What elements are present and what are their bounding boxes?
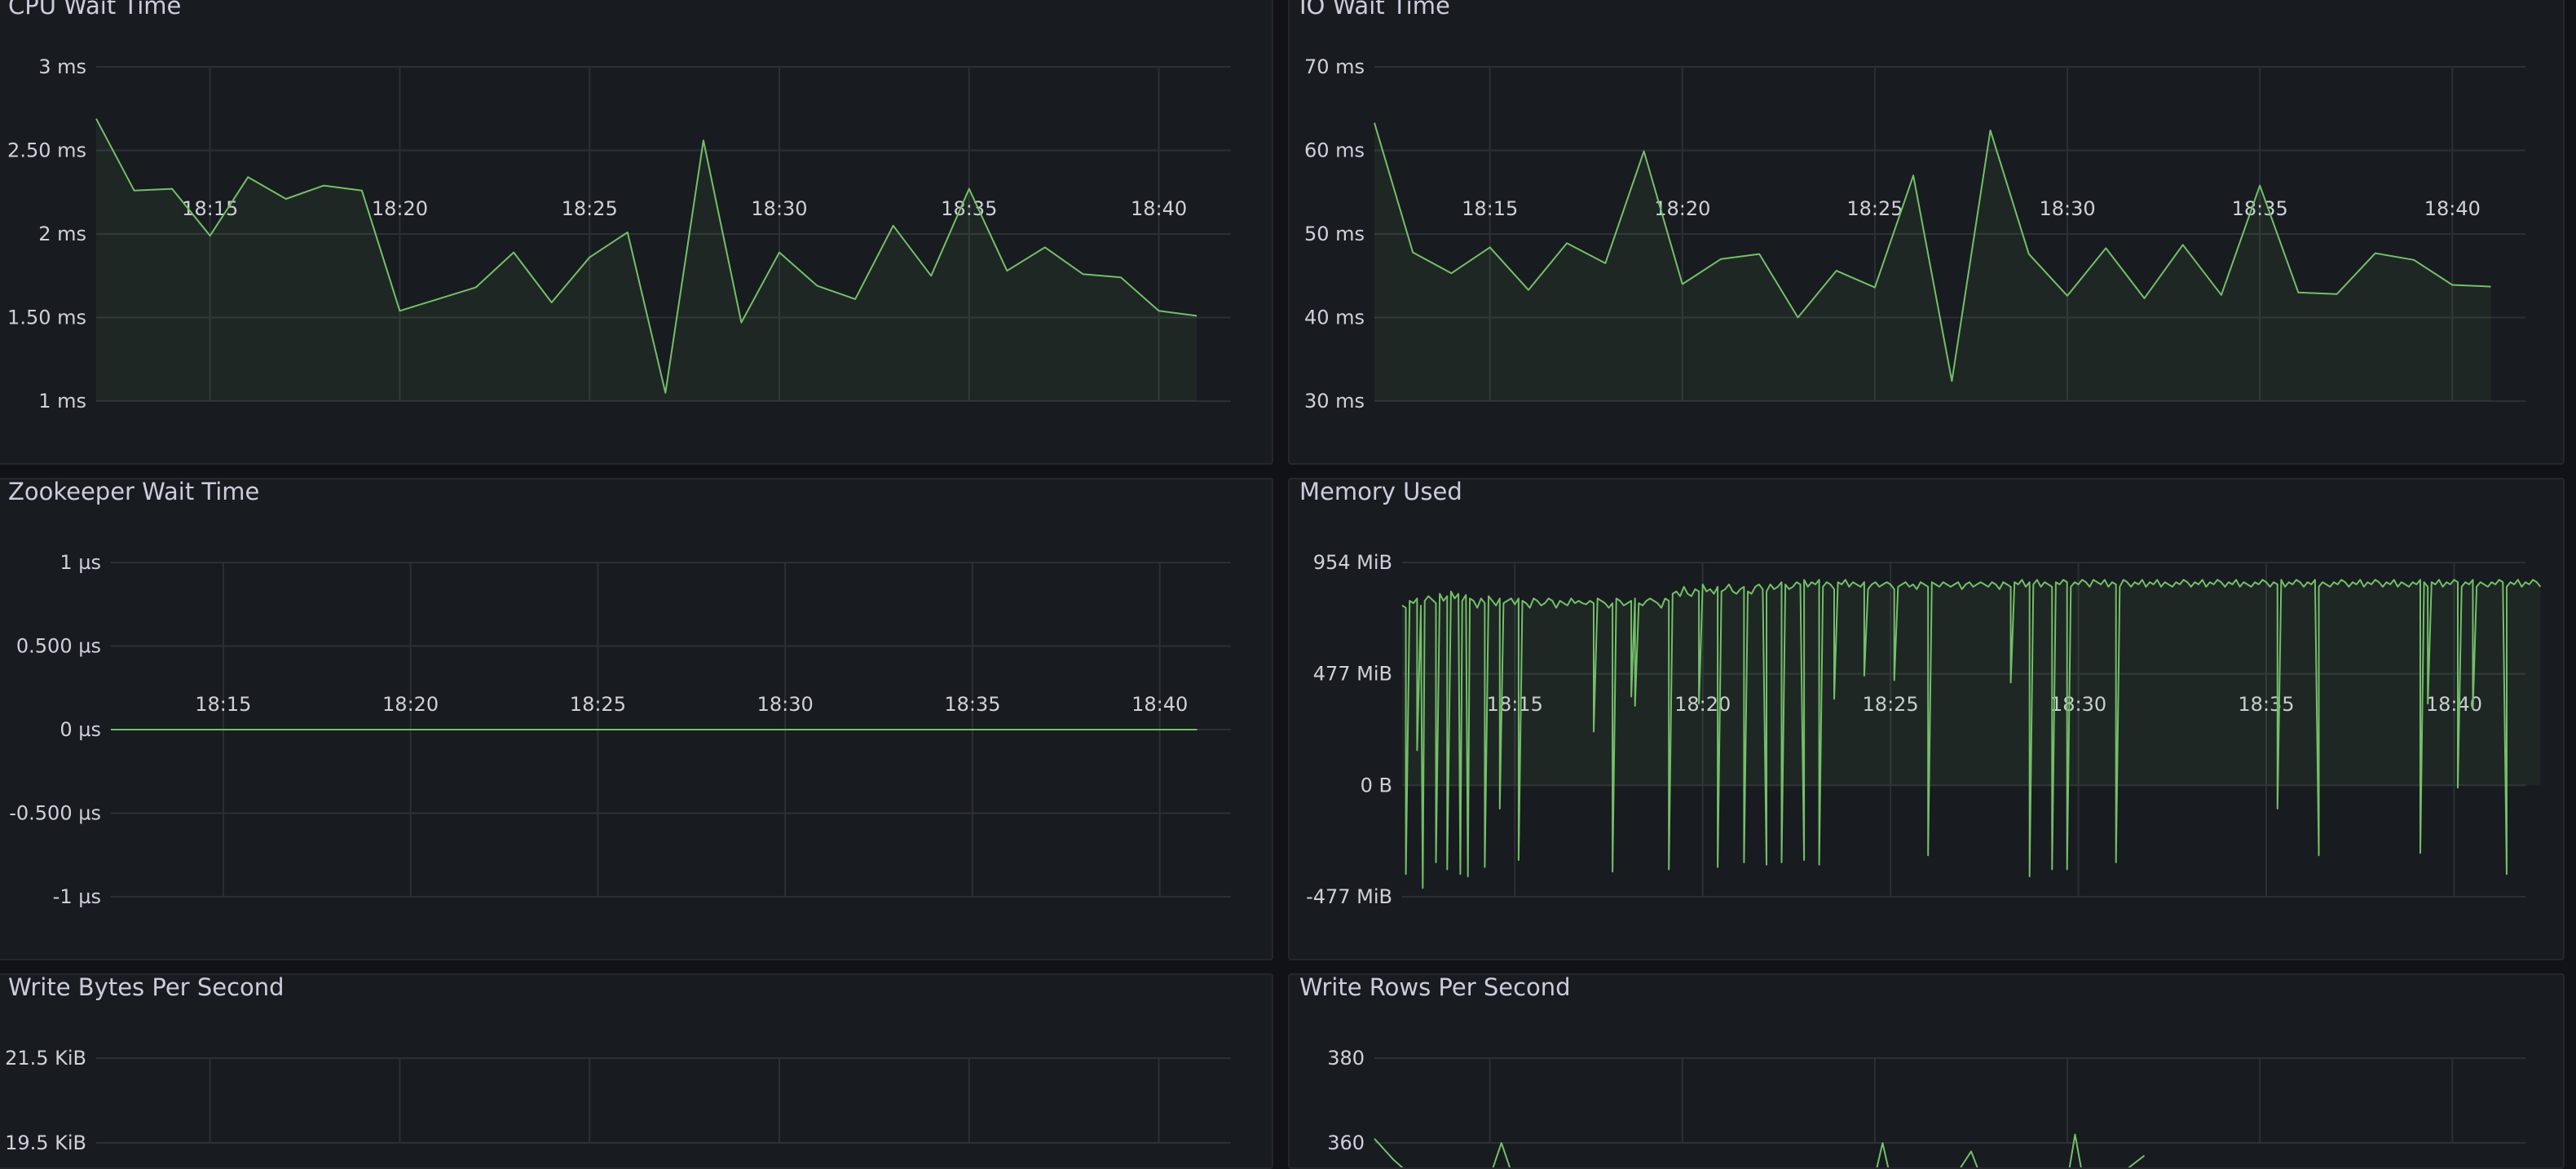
panel-memory-used: Memory Used -477 MiB 0 B 477 MiB 954 MiB 18:… <box>1288 478 2565 960</box>
x-tick-label: 18:40 <box>2424 197 2481 220</box>
y-tick-label: 380 <box>1327 1047 1365 1070</box>
write-rows-per-second-chart: 360 380 <box>1327 1047 2525 1167</box>
y-tick-label: 19.5 KiB <box>5 1132 86 1154</box>
x-tick-label: 18:25 <box>1846 197 1903 220</box>
y-tick-label: -477 MiB <box>1306 885 1392 908</box>
panel-cpu-wait-time: CPU Wait Time 1 ms 1.50 ms 2 ms 2.50 ms 3 ms… <box>0 0 1273 465</box>
y-tick-label: 1 µs <box>60 551 101 574</box>
panel-write-bytes-per-second: Write Bytes Per Second 19.5 KiB 21.5 KiB <box>0 973 1273 1169</box>
x-tick-label: 18:30 <box>751 197 807 220</box>
panel-zookeeper-wait-time: Zookeeper Wait Time -1 µs -0.500 µs 0 µs 0.… <box>0 478 1273 960</box>
y-tick-label: 70 ms <box>1304 55 1365 78</box>
memory-used-chart: -477 MiB0 B477 MiB954 MiB18:15 18:20 18:25… <box>1306 551 2542 908</box>
y-tick-label: 50 ms <box>1304 223 1365 245</box>
y-tick-label: 3 ms <box>38 55 86 78</box>
y-tick-label: 30 ms <box>1304 390 1365 412</box>
series-area <box>1374 122 2491 401</box>
series-area <box>1402 580 2541 889</box>
y-tick-label: 0 B <box>1361 774 1392 796</box>
series-area <box>96 118 1198 401</box>
x-tick-label: 18:15 <box>195 693 251 716</box>
y-tick-label: 0.500 µs <box>16 635 101 658</box>
panel-write-rows-per-second: Write Rows Per Second 360 380 <box>1288 973 2565 1169</box>
x-tick-label: 18:40 <box>1131 197 1187 220</box>
y-tick-label: -1 µs <box>53 885 101 908</box>
x-tick-label: 18:25 <box>562 197 618 220</box>
y-tick-label: 40 ms <box>1304 307 1365 329</box>
x-tick-label: 18:35 <box>944 693 1000 716</box>
panel-io-wait-time: IO Wait Time 30 ms 40 ms 50 ms 60 ms 70 ms 18… <box>1288 0 2565 465</box>
cpu-wait-time-chart: 1 ms1.50 ms2 ms2.50 ms3 ms18:15 18:20 18:2… <box>7 55 1231 412</box>
x-tick-label: 18:30 <box>757 693 814 716</box>
y-tick-label: 0 µs <box>60 718 101 741</box>
y-tick-label: 1.50 ms <box>7 307 86 329</box>
y-tick-label: 60 ms <box>1304 139 1365 162</box>
y-tick-label: 21.5 KiB <box>5 1047 86 1070</box>
x-tick-label: 18:20 <box>372 197 428 220</box>
x-tick-label: 18:20 <box>382 693 439 716</box>
x-tick-label: 18:30 <box>2039 197 2095 220</box>
io-wait-time-chart: 30 ms40 ms50 ms60 ms70 ms18:15 18:20 18:25… <box>1304 55 2525 412</box>
x-tick-label: 18:40 <box>1131 693 1188 716</box>
x-tick-label: 18:15 <box>1462 197 1518 220</box>
y-tick-label: 2.50 ms <box>7 139 86 162</box>
y-tick-label: 1 ms <box>38 390 86 412</box>
zookeeper-wait-time-chart: -1 µs -0.500 µs 0 µs 0.500 µs 1 µs 18:15 18:20… <box>9 551 1231 908</box>
write-bytes-per-second-chart: 19.5 KiB 21.5 KiB <box>5 1047 1231 1154</box>
x-tick-label: 18:25 <box>570 693 626 716</box>
y-tick-label: 954 MiB <box>1313 551 1392 574</box>
y-tick-label: 360 <box>1327 1132 1365 1154</box>
y-tick-label: 477 MiB <box>1313 663 1392 686</box>
y-tick-label: -0.500 µs <box>9 802 101 825</box>
y-tick-label: 2 ms <box>38 223 86 245</box>
